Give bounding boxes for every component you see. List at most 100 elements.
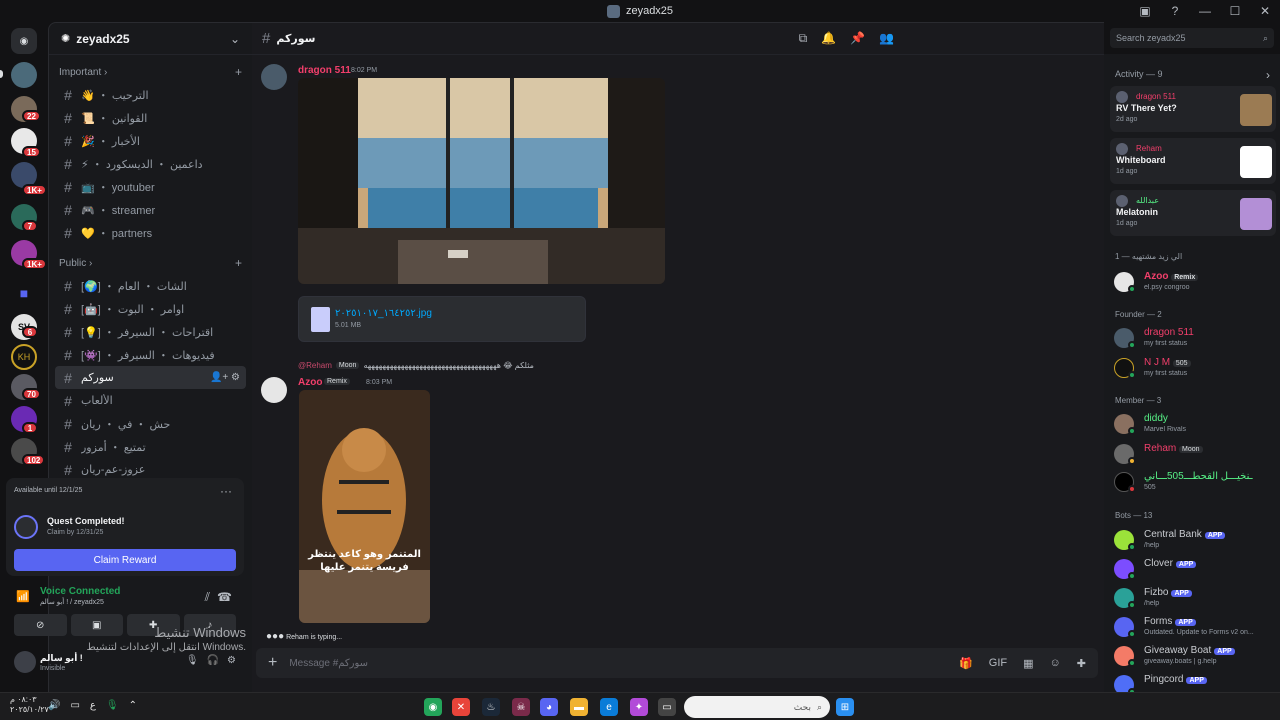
category-public[interactable]: Public › + bbox=[49, 252, 252, 274]
microphone-icon[interactable]: 🎙 bbox=[186, 655, 199, 666]
gear-icon[interactable]: ⚙ bbox=[227, 655, 236, 666]
member-item[interactable]: diddy Marvel Rivals bbox=[1114, 412, 1274, 436]
file-name[interactable]: ١٦٤٢٥٢_٢٠٢٥١٠١٧.jpg bbox=[335, 308, 432, 319]
file-attachment[interactable]: ١٦٤٢٥٢_٢٠٢٥١٠١٧.jpg 5.01 MB bbox=[298, 296, 586, 342]
channel-settings-icon[interactable]: 👤+ ⚙ bbox=[210, 372, 240, 383]
bot-item[interactable]: Forms APP Outdated. Update to Forms v2 on.… bbox=[1114, 615, 1274, 639]
server-icon[interactable] bbox=[11, 62, 37, 88]
chevron-up-icon[interactable]: ⌃ bbox=[129, 700, 137, 711]
taskbar-app-icon[interactable]: ☠ bbox=[512, 698, 530, 716]
close-button[interactable]: ✕ bbox=[1250, 4, 1280, 18]
discord-home-icon[interactable]: ◉ bbox=[11, 28, 37, 54]
inbox-icon[interactable]: ▣ bbox=[1130, 4, 1160, 18]
add-attachment-icon[interactable]: + bbox=[268, 654, 277, 672]
language-indicator[interactable]: ع bbox=[90, 700, 96, 711]
channel-item[interactable]: # 💛 ・ partners bbox=[55, 221, 246, 244]
copilot-icon[interactable]: ✦ bbox=[630, 698, 648, 716]
member-item[interactable]: Reham Moon bbox=[1114, 442, 1274, 466]
start-button[interactable]: ⊞ bbox=[836, 698, 854, 716]
steam-icon[interactable]: ♨ bbox=[482, 698, 500, 716]
channel-item[interactable]: # 🎮 ・ streamer bbox=[55, 198, 246, 221]
gift-icon[interactable]: 🎁 bbox=[959, 657, 973, 670]
search-input[interactable]: Search zeyadx25 ⌕ bbox=[1110, 28, 1274, 48]
activity-card[interactable]: عبدالله Melatonin 1d ago bbox=[1110, 190, 1276, 236]
taskbar-app-icon[interactable]: ▭ bbox=[658, 698, 676, 716]
threads-icon[interactable]: ⧉ bbox=[799, 31, 808, 46]
maximize-button[interactable]: ☐ bbox=[1220, 4, 1250, 18]
channel-item[interactable]: # [🤖] ・ اوامر ・ البوت bbox=[55, 297, 246, 320]
claim-reward-button[interactable]: Claim Reward bbox=[14, 549, 236, 571]
voice-status[interactable]: Voice Connected bbox=[40, 586, 120, 597]
bot-item[interactable]: Clover APP bbox=[1114, 557, 1274, 581]
emoji-icon[interactable]: ☺ bbox=[1050, 657, 1061, 670]
category-important[interactable]: Important › + bbox=[49, 61, 252, 83]
add-channel-icon[interactable]: + bbox=[235, 65, 242, 79]
help-icon[interactable]: ? bbox=[1160, 4, 1190, 18]
server-icon[interactable]: KH bbox=[11, 344, 37, 370]
network-icon[interactable]: ▭ bbox=[70, 700, 79, 711]
avatar bbox=[1116, 195, 1128, 207]
member-item[interactable]: ـنخيـــل القحطـــ505ـــاني 505 bbox=[1114, 470, 1274, 494]
avatar[interactable] bbox=[14, 651, 36, 673]
member-item[interactable]: Azoo Remix el.psy congroo bbox=[1114, 270, 1274, 294]
volume-icon[interactable]: 🔊 bbox=[48, 700, 60, 711]
minimize-button[interactable]: — bbox=[1190, 4, 1220, 18]
pin-icon[interactable]: 📌 bbox=[850, 31, 865, 46]
camera-off-button[interactable]: ⊘ bbox=[14, 614, 67, 636]
taskbar-search[interactable]: بحث ⌕ bbox=[684, 696, 830, 718]
message-input[interactable]: Message #سوركم bbox=[289, 658, 959, 669]
activity-header[interactable]: Activity — 9 bbox=[1115, 69, 1163, 79]
gif-icon[interactable]: GIF bbox=[989, 657, 1007, 670]
channel-item[interactable]: # [💡] ・ اقتراحات ・ السيرفر bbox=[55, 320, 246, 343]
noise-suppression-icon[interactable]: ⫽ bbox=[205, 590, 210, 605]
activity-card[interactable]: dragon 511 RV There Yet? 2d ago bbox=[1110, 86, 1276, 132]
add-channel-icon[interactable]: + bbox=[235, 256, 242, 270]
avatar[interactable] bbox=[261, 64, 287, 90]
video-caption: المتنمر وهو كاعد ينتظر فريسة يتنمر عليها bbox=[308, 549, 421, 573]
quest-panel: Available until 12/1/25 ··· Quest Comple… bbox=[6, 478, 244, 576]
channel-item[interactable]: # ⚡ ・ داعمين ・ الديسكورد bbox=[55, 152, 246, 175]
channel-item[interactable]: # سوركم 👤+ ⚙ bbox=[55, 366, 246, 389]
channel-item[interactable]: # حش ・ في ・ ريان bbox=[55, 412, 246, 435]
edge-icon[interactable]: e bbox=[600, 698, 618, 716]
clock[interactable]: ٠٨:٠٣ م ٢٠٢٥/١٠/٢٧ bbox=[10, 695, 49, 715]
channel-item[interactable]: # 👋 ・ الترحيب bbox=[55, 83, 246, 106]
reply-reference[interactable]: @Reham Moon مثلكم 😂 هههههههههههههههههههه… bbox=[298, 361, 534, 370]
member-item[interactable]: N J M 505 my first status bbox=[1114, 356, 1274, 380]
microphone-tray-icon[interactable]: 🎙 bbox=[106, 700, 119, 711]
member-item[interactable]: dragon 511 my first status bbox=[1114, 326, 1274, 350]
channel-item[interactable]: # 🎉 ・ الأخبار bbox=[55, 129, 246, 152]
message-author[interactable]: Azoo bbox=[298, 377, 322, 388]
channel-item[interactable]: # 📺 ・ youtuber bbox=[55, 175, 246, 198]
video-attachment[interactable]: المتنمر وهو كاعد ينتظر فريسة يتنمر عليها bbox=[299, 390, 430, 623]
disconnect-icon[interactable]: ☎ bbox=[217, 590, 232, 604]
chevron-right-icon[interactable]: › bbox=[1266, 68, 1270, 82]
bot-item[interactable]: Giveaway Boat APP giveaway.boats | g.help bbox=[1114, 644, 1274, 668]
channel-item[interactable]: # تمتيع ・ أمزور bbox=[55, 435, 246, 458]
discord-taskbar-icon[interactable]: ◕ bbox=[540, 698, 558, 716]
taskbar-app-icon[interactable]: ◉ bbox=[424, 698, 442, 716]
activity-title: Whiteboard bbox=[1116, 155, 1166, 165]
activity-card[interactable]: Reham Whiteboard 1d ago bbox=[1110, 138, 1276, 184]
folder-icon[interactable]: ■ bbox=[11, 280, 37, 306]
bot-item[interactable]: Fizbo APP/help bbox=[1114, 586, 1274, 610]
bell-icon[interactable]: 🔔 bbox=[821, 31, 836, 46]
file-explorer-icon[interactable]: ▬ bbox=[570, 698, 588, 716]
avatar[interactable] bbox=[261, 377, 287, 403]
apps-icon[interactable]: ✚ bbox=[1077, 657, 1086, 670]
sticker-icon[interactable]: ▦ bbox=[1023, 657, 1033, 670]
channel-item[interactable]: # الألعاب bbox=[55, 389, 246, 412]
server-badge-icon: ✺ bbox=[61, 33, 71, 45]
message-author[interactable]: dragon 511 bbox=[298, 65, 351, 76]
members-icon[interactable]: 👥 bbox=[879, 31, 894, 46]
headphones-icon[interactable]: 🎧 bbox=[207, 655, 219, 666]
more-options-icon[interactable]: ··· bbox=[220, 484, 232, 498]
channel-item[interactable]: # 📜 ・ القوانين bbox=[55, 106, 246, 129]
taskbar-app-icon[interactable]: ✕ bbox=[452, 698, 470, 716]
image-attachment[interactable] bbox=[298, 78, 665, 284]
channel-item[interactable]: # [👾] ・ فيديوهات ・ السيرفر bbox=[55, 343, 246, 366]
server-header[interactable]: ✺ zeyadx25 ⌄ bbox=[49, 23, 252, 55]
channel-item[interactable]: # [🌍] ・ الشات ・ العام bbox=[55, 274, 246, 297]
bot-item[interactable]: Central Bank APP/help bbox=[1114, 528, 1274, 552]
typing-indicator: ●●● Reham is typing... bbox=[266, 631, 343, 642]
